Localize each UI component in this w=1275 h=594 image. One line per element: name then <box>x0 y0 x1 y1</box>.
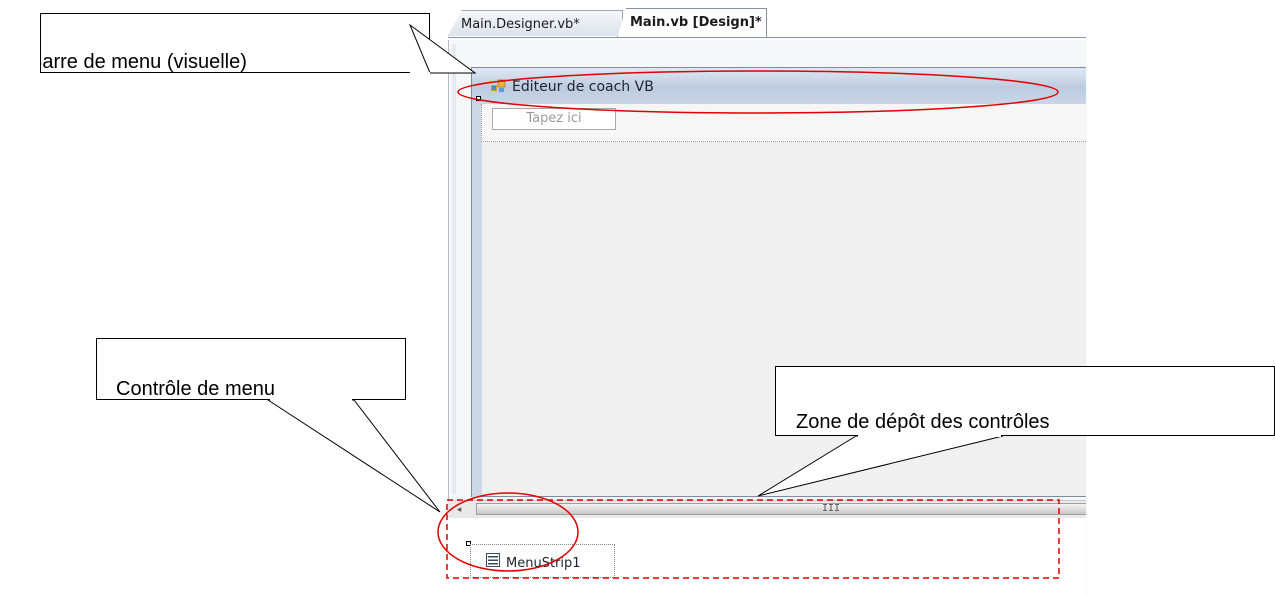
callout-menu-control-text: Contrôle de menu <box>116 378 275 400</box>
tab-main-designer-vb[interactable]: Main.Designer.vb* <box>448 10 623 36</box>
form-app-icon <box>491 79 506 92</box>
callout-menu-bar-text: Barre de menu (visuelle) <box>40 51 247 73</box>
callout-menu-control-pointer <box>266 399 441 513</box>
scroll-left-arrow-icon[interactable]: ◂ <box>452 503 466 515</box>
type-here-box[interactable]: Tapez ici <box>492 108 616 130</box>
callout-menu-control: Contrôle de menu <box>96 338 406 400</box>
tab-main-vb-design[interactable]: Main.vb [Design]* <box>617 8 767 38</box>
callout-menu-bar: Barre de menu (visuelle) <box>40 13 430 73</box>
surface-left-rail <box>452 44 456 494</box>
menustrip-label: MenuStrip1 <box>506 556 581 571</box>
callout-drop-zone-text: Zone de dépôt des contrôles <box>796 411 1050 433</box>
menustrip-icon <box>486 553 500 567</box>
form-title: Editeur de coach VB <box>512 79 654 95</box>
selection-handle[interactable] <box>476 96 481 101</box>
form-border <box>472 104 482 497</box>
scroll-thumb[interactable] <box>476 503 1086 515</box>
scroll-thumb-grip: III <box>822 503 841 514</box>
callout-drop-zone: Zone de dépôt des contrôles <box>775 366 1275 436</box>
tab-divider <box>448 37 1086 38</box>
